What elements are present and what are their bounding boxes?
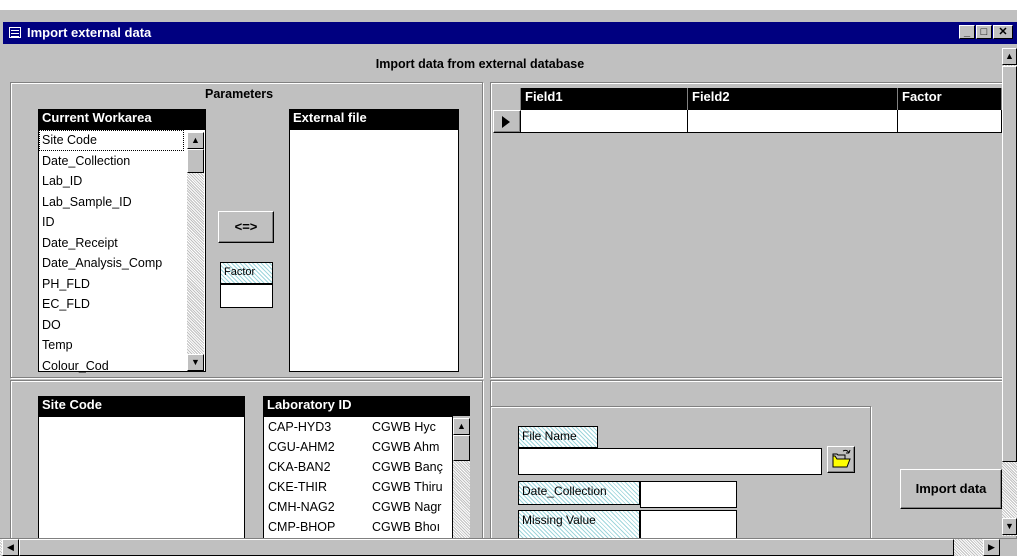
laboratory-name-cell: CGWB Hyc [372,420,436,434]
grid-cell-field1[interactable] [521,110,688,133]
workarea-list-item[interactable]: Lab_ID [39,171,205,192]
grid-header-field2[interactable]: Field2 [688,88,898,110]
laboratory-name-cell: CGWB Banç [372,460,443,474]
factor-input[interactable] [220,284,273,308]
record-selector[interactable] [493,110,521,133]
scroll-left-icon[interactable]: ◀ [2,539,19,556]
scroll-thumb[interactable] [19,539,954,556]
laboratory-id-cell: CMP-BHOP [268,520,336,534]
open-folder-icon [832,449,851,468]
site-code-list[interactable] [38,416,245,540]
laboratory-list-row[interactable]: CAP-HYD3 CGWB Hyc [264,417,452,437]
missing-value-label: Missing Value [518,510,640,540]
swap-button[interactable]: <=> [218,211,274,243]
top-strip [0,0,1017,10]
maximize-icon[interactable]: □ [976,25,992,39]
date-collection-input[interactable] [640,481,737,508]
laboratory-name-cell: CGWB Nagr [372,500,442,514]
scroll-down-icon[interactable]: ▼ [187,354,204,371]
grid-header-factor[interactable]: Factor [898,88,1002,110]
workarea-list-item[interactable]: Date_Collection [39,151,205,172]
laboratory-list-row[interactable]: CKE-THIR CGWB Thiru [264,477,452,497]
laboratory-scrollbar[interactable]: ▲ [453,418,470,540]
scroll-up-icon[interactable]: ▲ [453,418,470,435]
grid-cell-field2[interactable] [688,110,898,133]
workarea-list-item[interactable]: PH_FLD [39,274,205,295]
window-horizontal-scrollbar[interactable]: ◀ ▶ [0,538,1017,556]
workarea-list-item[interactable]: Colour_Cod [39,356,205,377]
app-form-icon[interactable] [9,27,21,38]
scroll-thumb[interactable] [453,435,470,461]
file-name-input[interactable] [518,448,822,475]
laboratory-list-row[interactable]: CGU-AHM2 CGWB Ahm [264,437,452,457]
form-heading: Import data from external database [375,57,585,71]
window-title: Import external data [27,25,152,40]
current-workarea-header: Current Workarea [38,109,206,129]
workarea-list-item[interactable]: Date_Receipt [39,233,205,254]
laboratory-id-header: Laboratory ID [263,396,470,416]
scroll-thumb[interactable] [187,149,204,173]
browse-button[interactable] [827,446,855,473]
record-selector-icon [502,116,510,128]
parameters-label: Parameters [205,87,274,101]
missing-value-input[interactable] [640,510,737,540]
import-window: Import external data _ □ ✕ Import data f… [0,0,1017,556]
factor-label: Factor [220,262,273,284]
external-file-header: External file [289,109,459,129]
laboratory-id-cell: CKE-THIR [268,480,328,494]
current-workarea-scrollbar[interactable]: ▲ ▼ [187,132,204,371]
workarea-list-item[interactable]: DO [39,315,205,336]
workarea-list-item[interactable]: Temp [39,335,205,356]
laboratory-id-list[interactable]: CAP-HYD3 CGWB Hyc CGU-AHM2 CGWB Ahm CKA-BAN2… [263,416,453,540]
workarea-list-item[interactable]: EC_FLD [39,294,205,315]
minimize-icon[interactable]: _ [959,25,975,39]
close-icon[interactable]: ✕ [993,25,1013,39]
file-name-label-text: File Name [518,426,598,448]
scroll-right-icon[interactable]: ▶ [983,539,1000,556]
workarea-list-item[interactable]: Date_Analysis_Comp [39,253,205,274]
laboratory-id-cell: CGU-AHM2 [268,440,335,454]
grid-cell-factor[interactable] [898,110,1002,133]
scroll-thumb[interactable] [1002,66,1017,462]
laboratory-id-cell: CAP-HYD3 [268,420,332,434]
workarea-list-item[interactable]: Lab_Sample_ID [39,192,205,213]
scroll-up-icon[interactable]: ▲ [187,132,204,149]
scroll-down-icon[interactable]: ▼ [1002,518,1017,535]
grid-corner [493,88,521,110]
grid-header-field1[interactable]: Field1 [521,88,688,110]
scroll-up-icon[interactable]: ▲ [1002,48,1017,65]
laboratory-list-row[interactable]: CMH-NAG2 CGWB Nagr [264,497,452,517]
workarea-list-item[interactable]: Site Code [39,130,184,151]
window-vertical-scrollbar[interactable]: ▲ ▼ [1002,48,1017,536]
site-code-header: Site Code [38,396,245,416]
laboratory-name-cell: CGWB Ahm [372,440,440,454]
laboratory-name-cell: CGWB Thiru [372,480,443,494]
import-data-button[interactable]: Import data [900,469,1002,509]
external-file-list[interactable] [289,129,459,372]
current-workarea-list[interactable]: Site Code Date_Collection Lab_ID Lab_Sample… [38,129,206,373]
title-bar[interactable]: Import external data _ □ ✕ [3,22,1017,44]
laboratory-id-cell: CMH-NAG2 [268,500,335,514]
laboratory-list-row[interactable]: CKA-BAN2 CGWB Banç [264,457,452,477]
laboratory-id-cell: CKA-BAN2 [268,460,331,474]
laboratory-name-cell: CGWB Bhoı [372,520,441,534]
workarea-list-item[interactable]: ID [39,212,205,233]
date-collection-label: Date_Collection [518,481,640,505]
laboratory-list-row[interactable]: CMP-BHOP CGWB Bhoı [264,517,452,537]
size-box [1000,539,1017,556]
